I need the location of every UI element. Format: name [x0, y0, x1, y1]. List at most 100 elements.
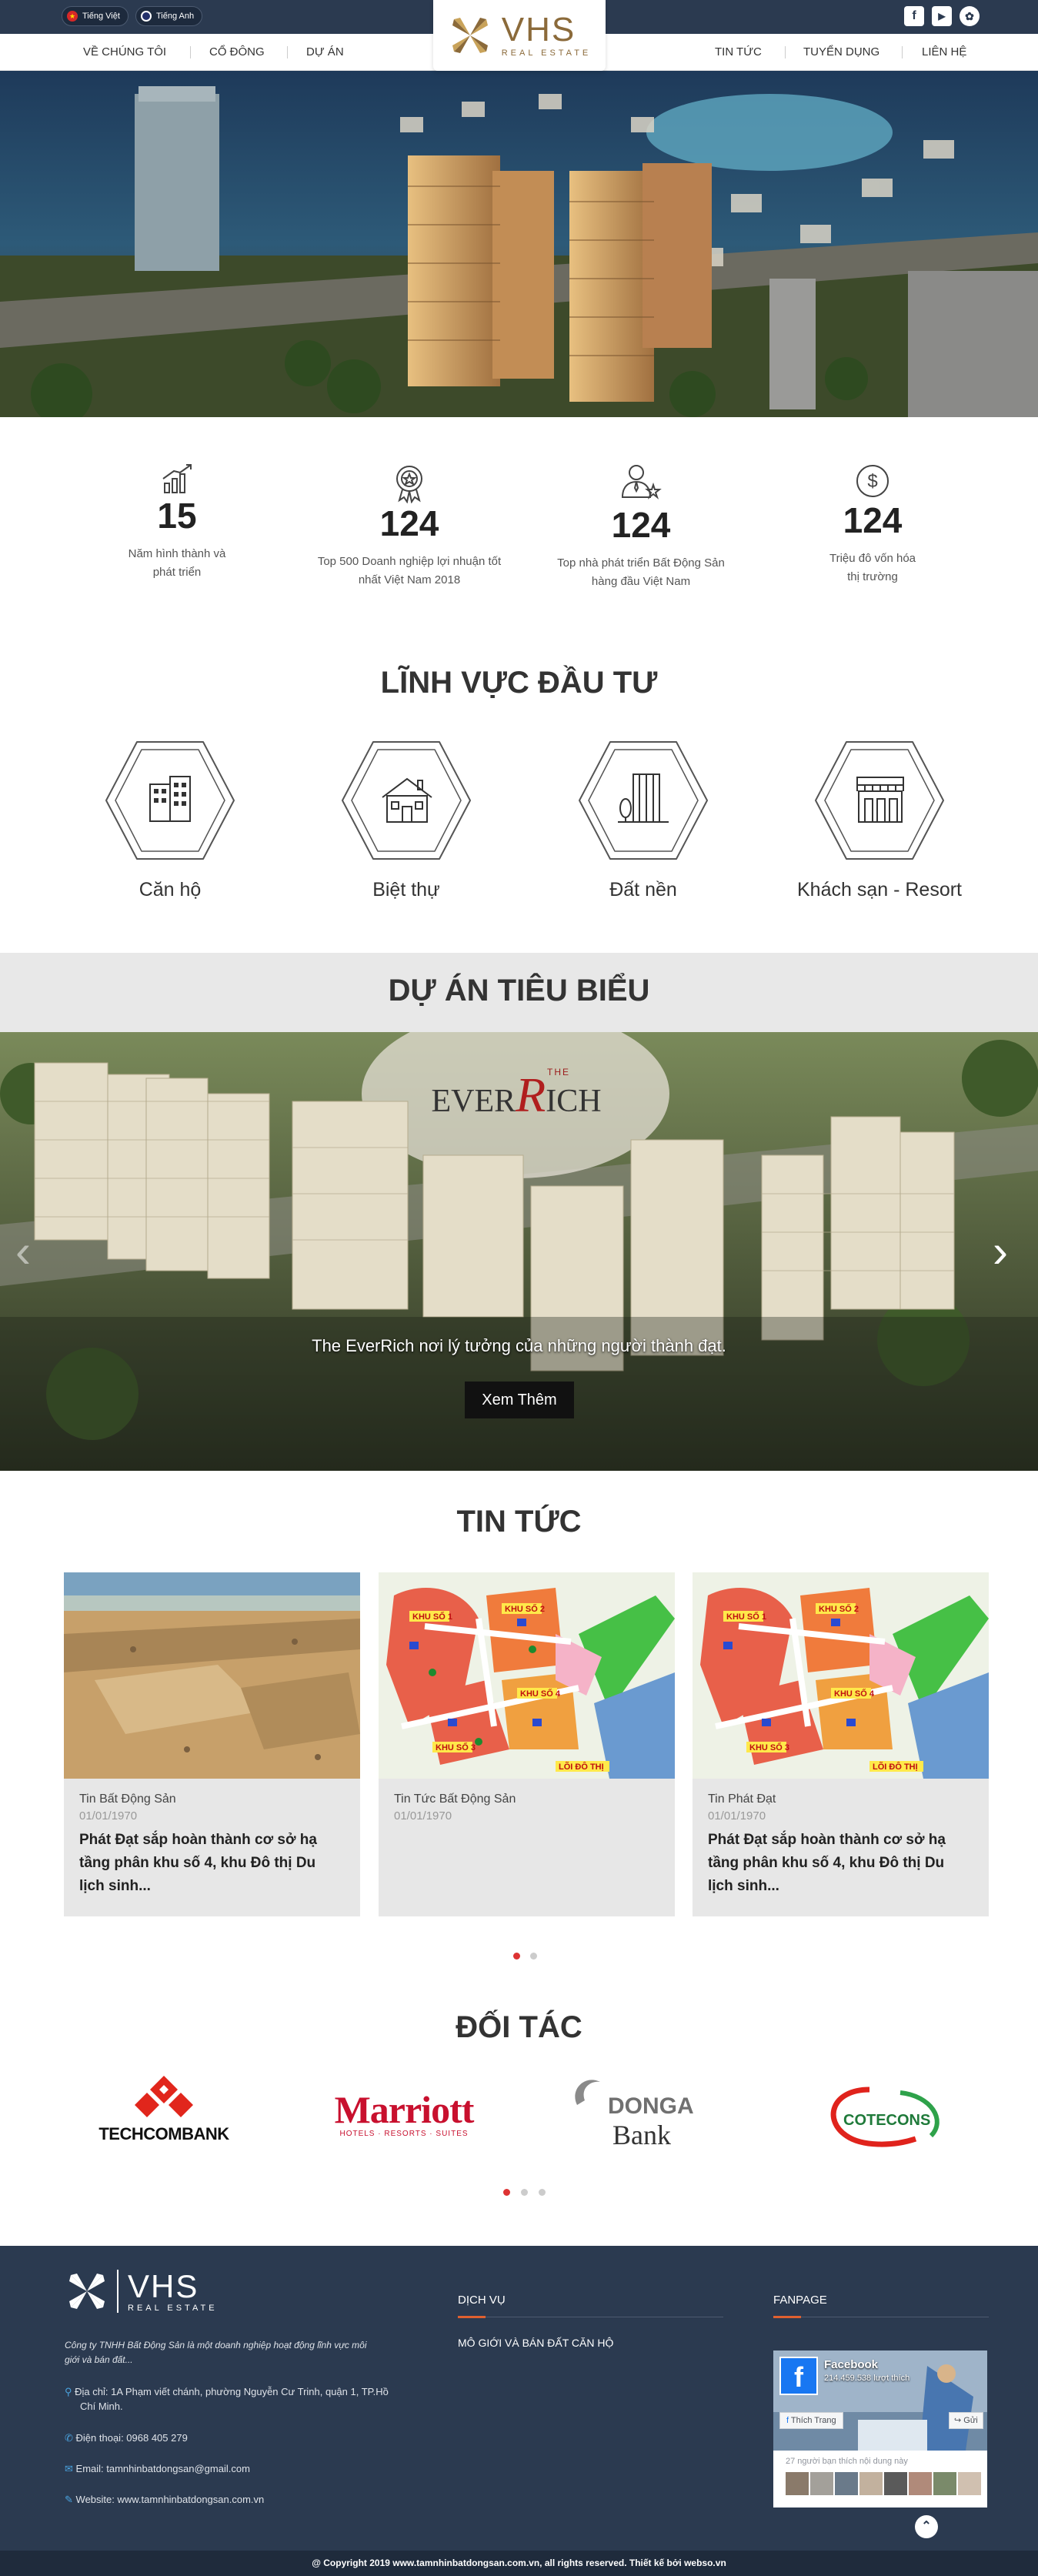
link-icon: ✎	[65, 2494, 73, 2505]
fb-icon: f	[786, 2416, 789, 2425]
mail-icon: ✉	[65, 2463, 73, 2474]
partners-pagination-dot[interactable]	[539, 2189, 546, 2196]
nav-projects[interactable]: DỰ ÁN	[306, 34, 344, 71]
svg-text:$: $	[867, 471, 877, 492]
nav-divider	[785, 46, 786, 58]
logo[interactable]: VHS REAL ESTATE	[433, 0, 606, 71]
stat-number: 124	[611, 505, 671, 545]
nav-careers[interactable]: TUYỂN DỤNG	[803, 34, 879, 71]
news-pagination-dot[interactable]	[530, 1953, 537, 1960]
stat-number: 15	[157, 496, 197, 536]
nav-divider	[902, 46, 903, 58]
nav-news[interactable]: TIN TỨC	[715, 34, 762, 71]
reddit-icon[interactable]: ✿	[960, 6, 980, 26]
vhs-logo-icon	[69, 2274, 105, 2309]
youtube-icon[interactable]: ▶	[932, 6, 952, 26]
map-label: KHU SỐ 1	[412, 1611, 452, 1622]
news-date: 01/01/1970	[708, 1809, 766, 1823]
vietnam-flag-icon: ★	[67, 11, 78, 22]
friend-avatar[interactable]	[835, 2472, 858, 2495]
stat-label: Năm hình thành và	[128, 547, 226, 560]
everrich-logo-r: R	[516, 1067, 546, 1122]
footer-logo-text: VHS	[128, 2268, 199, 2304]
award-icon	[396, 466, 422, 503]
nav-contact[interactable]: LIÊN HỆ	[922, 34, 966, 71]
nav-shareholders[interactable]: CỔ ĐÔNG	[209, 34, 265, 71]
partner-donga-bank[interactable]: DONGA Bank	[569, 2074, 723, 2159]
friend-avatar[interactable]	[909, 2472, 932, 2495]
fb-like-page-button[interactable]: f Thích Trang	[779, 2412, 843, 2429]
news-category[interactable]: Tin Phát Đạt	[693, 1779, 989, 1806]
footer: VHS REAL ESTATE Công ty TNHH Bất Động Sả…	[0, 2246, 1038, 2576]
news-image: KHU SỐ 1 KHU SỐ 2 KHU SỐ 4 KHU SỐ 3 LÕI …	[379, 1572, 675, 1779]
field-label: Đất nền	[609, 879, 677, 900]
marriott-wordmark: Marriott	[334, 2088, 475, 2131]
footer-accent-bar	[773, 2316, 801, 2318]
partner-cotecons[interactable]: COTECONS	[816, 2082, 962, 2151]
news-category[interactable]: Tin Tức Bất Động Sản	[379, 1779, 675, 1806]
stat-label: Triệu đô vốn hóa	[829, 552, 916, 565]
partners-pagination-dot[interactable]	[503, 2189, 510, 2196]
news-card[interactable]: KHU SỐ 1 KHU SỐ 2 KHU SỐ 4 KHU SỐ 3 LÕI …	[379, 1572, 675, 1916]
friend-avatar[interactable]	[884, 2472, 907, 2495]
person-star-icon	[621, 465, 662, 499]
slider-prev-icon[interactable]: ‹	[15, 1225, 31, 1278]
news-date: 01/01/1970	[394, 1809, 452, 1823]
vhs-logo-icon	[452, 18, 488, 53]
lang-vi-button[interactable]: ★ Tiếng Việt	[62, 6, 128, 26]
lang-en-button[interactable]: Tiếng Anh	[135, 6, 203, 26]
slider-next-icon[interactable]: ›	[993, 1225, 1008, 1278]
news-card[interactable]: KHU SỐ 1 KHU SỐ 2 KHU SỐ 4 KHU SỐ 3 LÕI …	[693, 1572, 989, 1916]
hexagon-frame	[342, 741, 471, 860]
footer-phone[interactable]: ✆ Điện thoại: 0968 405 279	[65, 2432, 188, 2444]
field-hotel-resort[interactable]: Khách sạn - Resort	[779, 739, 980, 901]
footer-service-link[interactable]: MÔ GIỚI VÀ BÁN ĐẤT CĂN HỘ	[458, 2337, 613, 2349]
footer-address-line: Địa chỉ: 1A Phạm viết chánh, phường Nguy…	[75, 2386, 389, 2397]
fb-friends-text: 27 người bạn thích nội dung này	[786, 2457, 908, 2466]
stat-capital: $ 124 Triệu đô vốn hóa thị trường	[757, 462, 988, 586]
footer-website[interactable]: ✎ Website: www.tamnhinbatdongsan.com.vn	[65, 2494, 264, 2506]
facebook-icon[interactable]: f	[904, 6, 924, 26]
news-headline[interactable]: Phát Đạt sắp hoàn thành cơ sở hạ tầng ph…	[693, 1823, 989, 1898]
fb-page-likes: 214.459.538 lượt thích	[824, 2374, 910, 2383]
fb-share-label: Gửi	[963, 2416, 978, 2425]
footer-address: ⚲ Địa chỉ: 1A Phạm viết chánh, phường Ng…	[65, 2384, 389, 2414]
news-headline[interactable]	[379, 1823, 675, 1829]
logo-subtext: REAL ESTATE	[501, 48, 592, 58]
map-label: KHU SỐ 4	[834, 1688, 875, 1699]
dollar-coin-icon: $	[856, 465, 889, 497]
partner-techcombank[interactable]: TECHCOMBANK	[91, 2074, 237, 2144]
fb-share-button[interactable]: ↪ Gửi	[949, 2412, 983, 2429]
hero-banner	[0, 71, 1038, 417]
facebook-page-widget[interactable]: f Facebook 214.459.538 lượt thích f Thíc…	[773, 2350, 987, 2508]
footer-accent-bar	[458, 2316, 486, 2318]
scroll-to-top-icon[interactable]: ⌃	[915, 2515, 938, 2538]
footer-fanpage-title: FANPAGE	[773, 2294, 827, 2307]
field-villa[interactable]: Biệt thự	[306, 739, 506, 901]
stat-top-developer: 124 Top nhà phát triển Bất Động Sản hàng …	[526, 462, 756, 591]
news-date: 01/01/1970	[79, 1809, 138, 1823]
friend-avatar[interactable]	[958, 2472, 981, 2495]
field-land[interactable]: Đất nền	[543, 739, 743, 901]
footer-logo[interactable]: VHS REAL ESTATE	[65, 2269, 218, 2314]
friend-avatar[interactable]	[859, 2472, 883, 2495]
map-label: KHU SỐ 3	[749, 1742, 789, 1752]
partner-marriott[interactable]: Marriott HOTELS · RESORTS · SUITES	[331, 2090, 477, 2138]
news-category[interactable]: Tin Bất Động Sản	[64, 1779, 360, 1806]
news-pagination-dot[interactable]	[513, 1953, 520, 1960]
view-more-button[interactable]: Xem Thêm	[465, 1382, 574, 1418]
fb-page-name[interactable]: Facebook	[824, 2358, 878, 2371]
friend-avatar[interactable]	[786, 2472, 809, 2495]
stat-number: 124	[379, 503, 439, 543]
footer-email[interactable]: ✉ Email: tamnhinbatdongsan@gmail.com	[65, 2463, 250, 2475]
field-apartment[interactable]: Căn hộ	[70, 739, 270, 901]
nav-divider	[190, 46, 191, 58]
friend-avatar[interactable]	[933, 2472, 956, 2495]
news-title: TIN TỨC	[456, 1505, 582, 1539]
news-headline[interactable]: Phát Đạt sắp hoàn thành cơ sở hạ tầng ph…	[64, 1823, 360, 1898]
hexagon-frame	[815, 741, 944, 860]
friend-avatar[interactable]	[810, 2472, 833, 2495]
news-card[interactable]: Tin Bất Động Sản 01/01/1970 Phát Đạt sắp…	[64, 1572, 360, 1916]
nav-about[interactable]: VỀ CHÚNG TÔI	[83, 34, 166, 71]
partners-pagination-dot[interactable]	[521, 2189, 528, 2196]
